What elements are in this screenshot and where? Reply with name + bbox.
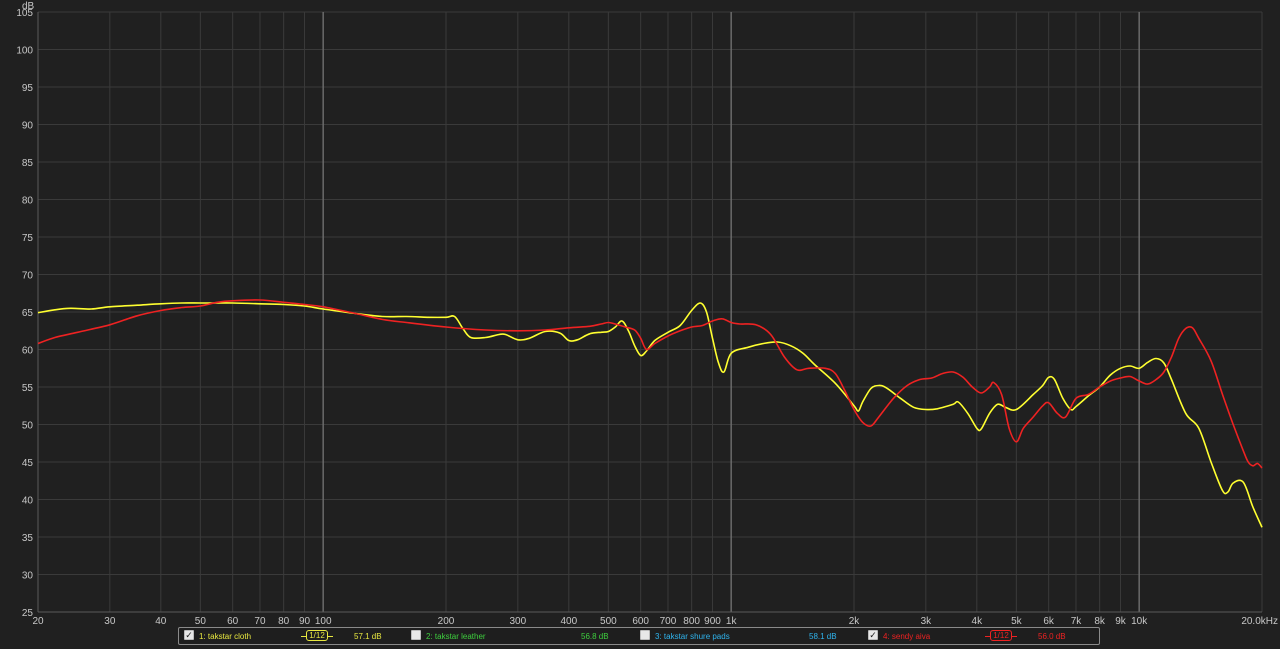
legend-label-series-4: 4: sendy aiva — [883, 632, 931, 641]
x-tick-label: 60 — [227, 616, 239, 627]
x-tick-label: 6k — [1043, 616, 1055, 627]
legend-label-series-1: 1: takstar cloth — [199, 632, 252, 641]
x-tick-label: 700 — [660, 616, 677, 627]
x-tick-label: 80 — [278, 616, 290, 627]
x-tick-label: 3k — [921, 616, 933, 627]
frequency-response-chart: 253035404550556065707580859095100105 20 3… — [16, 1, 1278, 627]
x-tick-label: 4k — [972, 616, 984, 627]
y-tick-label: 90 — [22, 121, 34, 132]
y-tick-label: 80 — [22, 196, 34, 207]
x-tick-label: 40 — [155, 616, 167, 627]
legend-label-series-3: 3: takstar shure pads — [655, 632, 730, 641]
x-tick-label: 2k — [849, 616, 861, 627]
x-tick-label: 100 — [315, 616, 332, 627]
y-tick-label: 35 — [22, 533, 34, 544]
y-tick-label: 30 — [22, 571, 34, 582]
x-tick-label: 1k — [726, 616, 738, 627]
legend-bar: ✓ 1: takstar cloth 1/12 57.1 dB 2: takst… — [178, 627, 1100, 645]
smoothing-indicator-series-1[interactable]: 1/12 — [301, 630, 333, 641]
x-tick-label: 50 — [195, 616, 207, 627]
smoothing-label: 1/12 — [309, 631, 325, 640]
x-tick-label: 10k — [1131, 616, 1148, 627]
y-tick-label: 40 — [22, 496, 34, 507]
series-lines — [37, 299, 1263, 528]
y-axis-unit: dB — [22, 1, 35, 12]
x-tick-label: 800 — [683, 616, 700, 627]
y-tick-label: 70 — [22, 271, 34, 282]
y-tick-label: 85 — [22, 158, 34, 169]
y-tick-label: 75 — [22, 233, 34, 244]
x-tick-label: 90 — [299, 616, 311, 627]
x-tick-label: 5k — [1011, 616, 1023, 627]
series-line-2 — [37, 299, 1263, 469]
legend-level-series-4: 56.0 dB — [1038, 632, 1066, 641]
legend-level-series-1: 57.1 dB — [354, 632, 382, 641]
x-tick-label: 30 — [104, 616, 116, 627]
checkbox-series-2[interactable] — [411, 630, 421, 640]
y-tick-label: 50 — [22, 421, 34, 432]
x-tick-label: 300 — [510, 616, 527, 627]
y-axis-ticks: 253035404550556065707580859095100105 — [16, 8, 33, 619]
x-axis-ticks: 20 30 40 50 60 70 80 90 100 200 300 400 500 600 700 800… — [32, 616, 1278, 627]
x-tick-label: 9k — [1115, 616, 1127, 627]
x-tick-label: 8k — [1094, 616, 1106, 627]
y-tick-label: 45 — [22, 458, 34, 469]
smoothing-label: 1/12 — [993, 631, 1009, 640]
x-tick-label: 70 — [254, 616, 266, 627]
checkbox-series-3[interactable] — [640, 630, 650, 640]
y-tick-label: 95 — [22, 83, 34, 94]
y-tick-label: 65 — [22, 308, 34, 319]
y-tick-label: 60 — [22, 346, 34, 357]
series-line-1 — [37, 302, 1263, 528]
legend-level-series-3: 58.1 dB — [809, 632, 837, 641]
x-tick-label: 20.0kHz — [1241, 616, 1278, 627]
x-tick-label: 400 — [560, 616, 577, 627]
legend-label-series-2: 2: takstar leather — [426, 632, 486, 641]
x-tick-label: 20 — [32, 616, 44, 627]
x-tick-label: 600 — [632, 616, 649, 627]
checkbox-series-1[interactable]: ✓ — [184, 630, 194, 640]
x-tick-label: 200 — [438, 616, 455, 627]
checkbox-series-4[interactable]: ✓ — [868, 630, 878, 640]
grid — [37, 11, 1263, 613]
x-tick-label: 900 — [704, 616, 721, 627]
check-mark: ✓ — [869, 630, 877, 640]
y-tick-label: 100 — [16, 46, 33, 57]
y-tick-label: 55 — [22, 383, 34, 394]
legend-level-series-2: 56.8 dB — [581, 632, 609, 641]
check-mark: ✓ — [185, 630, 193, 640]
smoothing-indicator-series-4[interactable]: 1/12 — [985, 630, 1017, 641]
x-tick-label: 7k — [1071, 616, 1083, 627]
x-tick-label: 500 — [600, 616, 617, 627]
